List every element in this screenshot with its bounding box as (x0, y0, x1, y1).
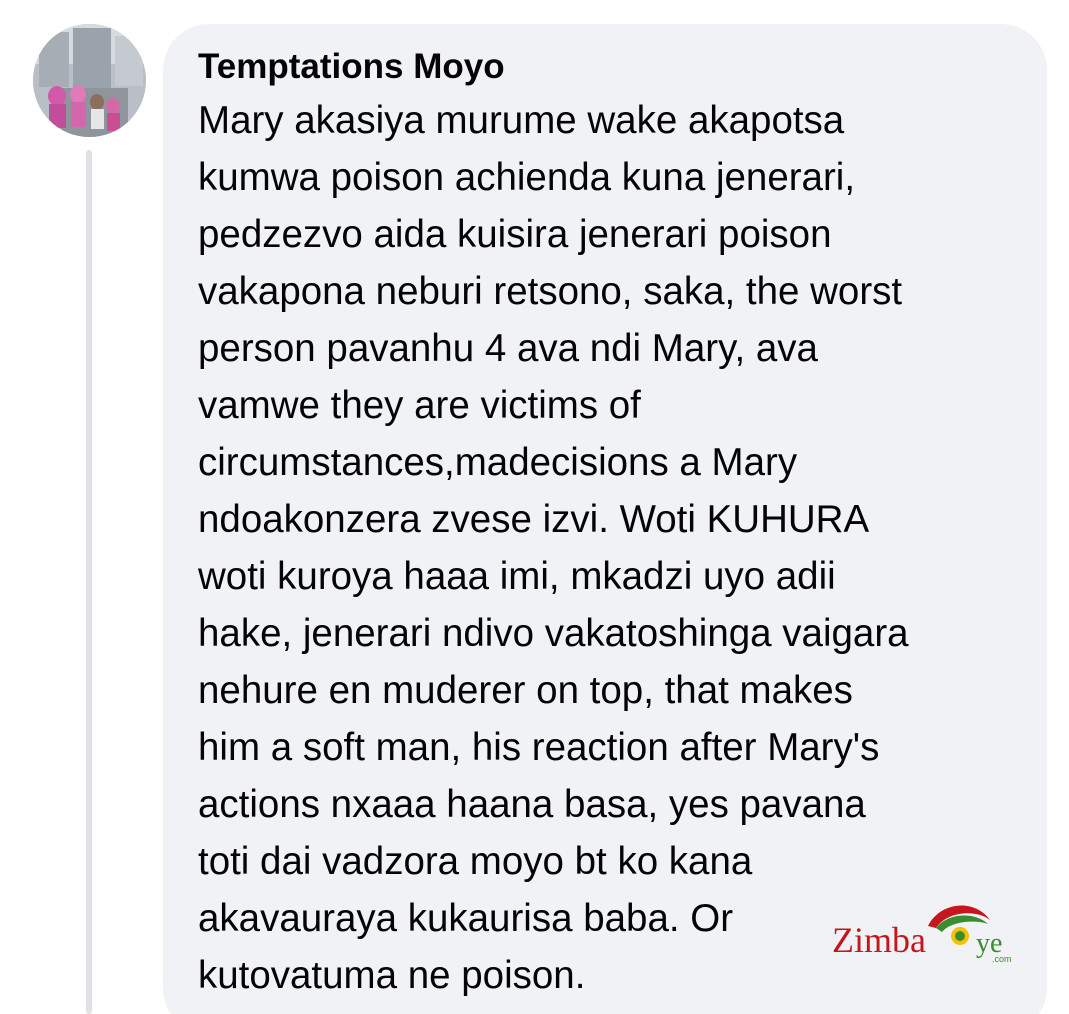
watermark-logo-graphic: Zimba ye .com (832, 905, 1012, 964)
watermark-text-left: Zimba (832, 920, 926, 960)
comment-screen: Temptations Moyo Mary akasiya murume wak… (0, 0, 1069, 1014)
comment-bubble: Temptations Moyo Mary akasiya murume wak… (163, 24, 1047, 1014)
comment-author[interactable]: Temptations Moyo (198, 46, 505, 88)
watermark-suffix: .com (992, 954, 1012, 964)
comment-text: Mary akasiya murume wake akapotsa kumwa … (198, 99, 909, 997)
reply-thread-line (86, 150, 92, 1014)
watermark-logo: Zimba ye .com (832, 898, 1022, 970)
avatar[interactable] (33, 24, 146, 137)
avatar-photo (33, 24, 146, 137)
